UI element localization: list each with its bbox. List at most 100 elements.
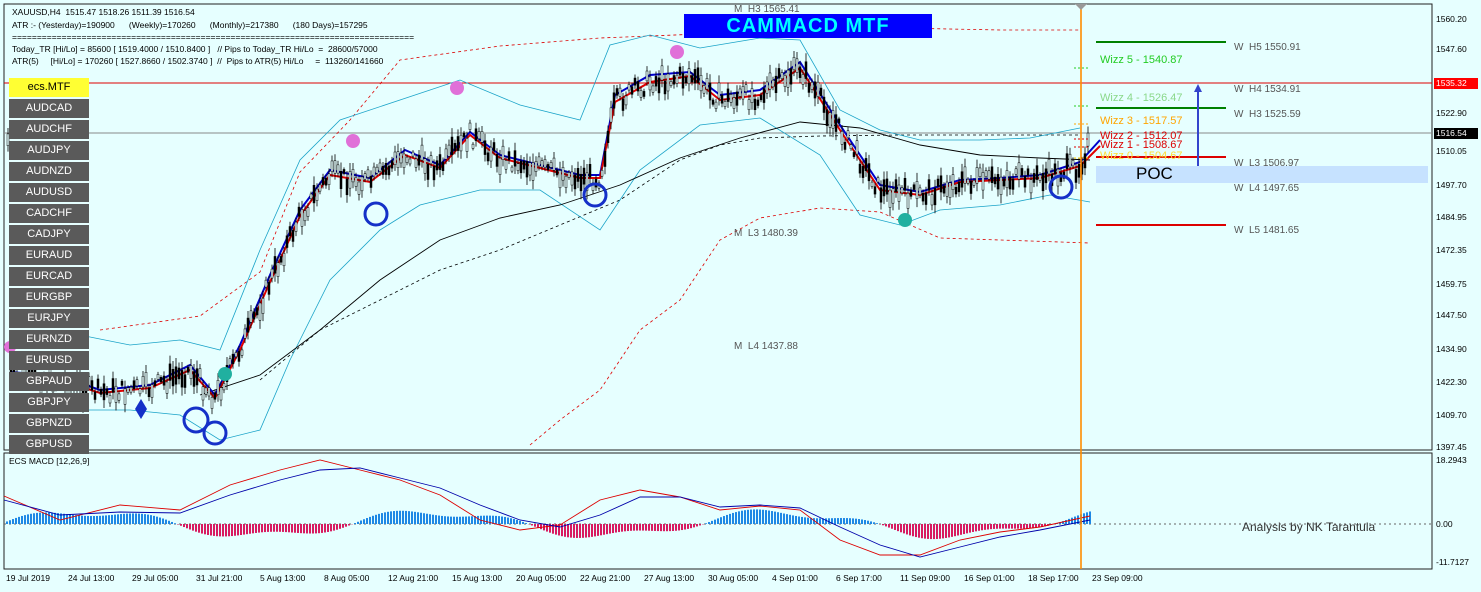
- macd-bar: [954, 524, 956, 537]
- candle-body: [114, 385, 118, 403]
- candle-body: [927, 179, 931, 191]
- candle-body: [579, 173, 583, 192]
- candle-body: [606, 130, 610, 143]
- candle-body: [402, 153, 406, 168]
- symbol-button-cadjpy[interactable]: CADJPY: [9, 225, 89, 244]
- macd-bar: [753, 509, 755, 524]
- macd-bar: [570, 524, 572, 538]
- date-tick: 16 Sep 01:00: [964, 573, 1015, 583]
- macd-bar: [360, 520, 362, 524]
- macd-bar: [717, 518, 719, 524]
- macd-bar: [231, 524, 233, 537]
- candle-body: [528, 162, 532, 176]
- symbol-button-ecs-mtf[interactable]: ecs.MTF: [9, 78, 89, 97]
- macd-bar: [597, 524, 599, 536]
- symbol-button-audjpy[interactable]: AUDJPY: [9, 141, 89, 160]
- symbol-button-audcad[interactable]: AUDCAD: [9, 99, 89, 118]
- candle-body: [300, 209, 304, 227]
- candle-body: [942, 185, 946, 194]
- symbol-button-euraud[interactable]: EURAUD: [9, 246, 89, 265]
- macd-bar: [261, 524, 263, 533]
- macd-bar: [516, 519, 518, 524]
- macd-bar: [969, 524, 971, 533]
- macd-bar: [126, 513, 128, 524]
- macd-bar: [219, 524, 221, 537]
- candle-body: [345, 178, 349, 196]
- macd-bar: [924, 524, 926, 539]
- level-w-h4: W H4 1534.91: [1234, 84, 1301, 95]
- candle-body: [126, 387, 130, 393]
- symbol-button-gbpnzd[interactable]: GBPNZD: [9, 414, 89, 433]
- symbol-button-gbpjpy[interactable]: GBPJPY: [9, 393, 89, 412]
- macd-bar: [144, 514, 146, 524]
- candle-body: [918, 187, 922, 196]
- symbol-button-gbpusd[interactable]: GBPUSD: [9, 435, 89, 454]
- candle-body: [687, 68, 691, 85]
- candle-body: [240, 349, 244, 356]
- candle-body: [156, 374, 160, 380]
- macd-bar: [207, 524, 209, 535]
- symbol-button-eurgbp[interactable]: EURGBP: [9, 288, 89, 307]
- candle-body: [228, 358, 232, 366]
- macd-bar: [417, 512, 419, 524]
- macd-bar: [486, 515, 488, 524]
- candle-body: [798, 66, 802, 78]
- symbol-button-audnzd[interactable]: AUDNZD: [9, 162, 89, 181]
- symbol-button-eurnzd[interactable]: EURNZD: [9, 330, 89, 349]
- pink-dot: [450, 81, 464, 95]
- macd-bar: [450, 516, 452, 524]
- candle-body: [801, 74, 805, 85]
- macd-bar: [942, 524, 944, 539]
- candle-body: [600, 170, 604, 177]
- candle-body: [912, 184, 916, 190]
- macd-bar: [993, 524, 995, 529]
- candle-body: [180, 370, 184, 388]
- pink-dot: [346, 134, 360, 148]
- candle-body: [366, 169, 370, 178]
- macd-bar: [531, 524, 533, 526]
- level-m-h3: M H3 1565.41: [734, 4, 800, 15]
- candle-body: [837, 118, 841, 124]
- macd-bar: [270, 524, 272, 532]
- symbol-button-gbpaud[interactable]: GBPAUD: [9, 372, 89, 391]
- symbol-button-audusd[interactable]: AUDUSD: [9, 183, 89, 202]
- macd-bar: [24, 515, 26, 524]
- macd-bar: [762, 509, 764, 524]
- macd-bar: [375, 514, 377, 524]
- macd-bar: [120, 514, 122, 524]
- macd-bar: [798, 516, 800, 524]
- macd-bar: [783, 513, 785, 524]
- macd-bar: [369, 516, 371, 524]
- macd-bar: [738, 511, 740, 524]
- macd-bar: [222, 524, 224, 537]
- buy-signal-circle: [202, 420, 228, 446]
- macd-bar: [402, 510, 404, 524]
- macd-bar: [414, 511, 416, 524]
- macd-bar: [849, 518, 851, 524]
- candle-body: [477, 131, 481, 140]
- candle-body: [387, 165, 391, 176]
- date-tick: 12 Aug 21:00: [388, 573, 439, 583]
- symbol-button-eurcad[interactable]: EURCAD: [9, 267, 89, 286]
- macd-bar: [687, 524, 689, 529]
- symbol-button-eurusd[interactable]: EURUSD: [9, 351, 89, 370]
- date-tick: 30 Aug 05:00: [708, 573, 759, 583]
- symbol-button-eurjpy[interactable]: EURJPY: [9, 309, 89, 328]
- candle-body: [588, 164, 592, 178]
- candle-body: [207, 387, 211, 397]
- candle-body: [318, 184, 322, 192]
- price-tick: 1547.60: [1436, 44, 1467, 54]
- candle-body: [909, 189, 913, 197]
- shift-marker-icon[interactable]: [1075, 4, 1087, 10]
- macd-bar: [585, 524, 587, 538]
- candle-body: [996, 174, 1000, 190]
- symbol-button-cadchf[interactable]: CADCHF: [9, 204, 89, 223]
- candle-body: [1017, 162, 1021, 180]
- candle-body: [759, 94, 763, 101]
- candle-body: [315, 188, 319, 201]
- candle-body: [117, 393, 121, 401]
- candle-body: [252, 311, 256, 320]
- candle-body: [768, 72, 772, 90]
- symbol-button-audchf[interactable]: AUDCHF: [9, 120, 89, 139]
- macd-bar: [96, 515, 98, 524]
